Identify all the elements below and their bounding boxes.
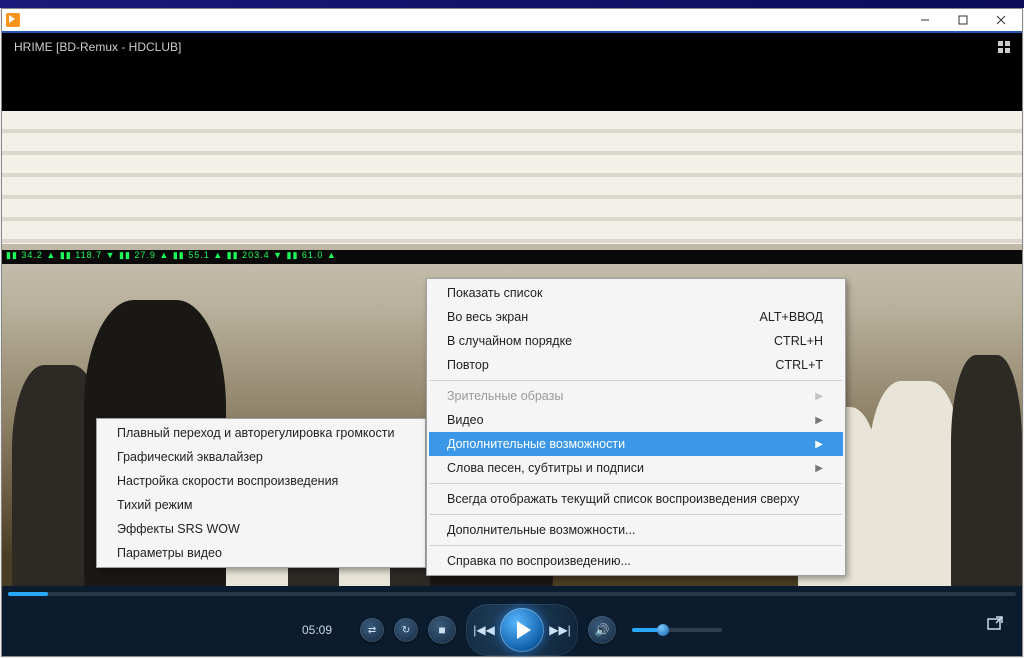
mute-button[interactable]: 🔊 xyxy=(588,616,616,644)
next-button[interactable]: ▶▶| xyxy=(546,616,574,644)
volume-slider[interactable] xyxy=(632,628,722,632)
maximize-button[interactable] xyxy=(944,9,982,31)
menu-item-help[interactable]: Справка по воспроизведению... xyxy=(429,549,843,573)
minimize-button[interactable] xyxy=(906,9,944,31)
context-menu: Показать список Во весь экранALT+ВВОД В … xyxy=(426,278,846,576)
menu-item-srswow[interactable]: Эффекты SRS WOW xyxy=(99,517,423,541)
menu-item-enhancements[interactable]: Дополнительные возможности▶ xyxy=(429,432,843,456)
enhancements-submenu: Плавный переход и авторегулировка громко… xyxy=(96,418,426,568)
menu-separator xyxy=(430,380,842,381)
media-player-window: HRIME [BD-Remux - HDCLUB] ▮▮ 34.2 ▲ ▮▮ 1… xyxy=(1,8,1023,657)
close-button[interactable] xyxy=(982,9,1020,31)
video-area[interactable]: ▮▮ 34.2 ▲ ▮▮ 118.7 ▼ ▮▮ 27.9 ▲ ▮▮ 55.1 ▲… xyxy=(2,61,1022,586)
repeat-button[interactable]: ↻ xyxy=(394,618,418,642)
menu-item-quietmode[interactable]: Тихий режим xyxy=(99,493,423,517)
playback-controls: 05:09 ⇄ ↻ ■ |◀◀ ▶▶| 🔊 xyxy=(2,586,1022,656)
window-controls xyxy=(906,9,1020,31)
menu-separator xyxy=(430,483,842,484)
menu-separator xyxy=(430,514,842,515)
video-title: HRIME [BD-Remux - HDCLUB] xyxy=(14,40,181,54)
switch-to-library-button[interactable] xyxy=(984,612,1006,634)
menu-item-videosettings[interactable]: Параметры видео xyxy=(99,541,423,565)
menu-item-video[interactable]: Видео▶ xyxy=(429,408,843,432)
menu-item-more-options[interactable]: Дополнительные возможности... xyxy=(429,518,843,542)
browser-tab-strip xyxy=(0,0,1024,8)
titlebar xyxy=(2,9,1022,31)
elapsed-time: 05:09 xyxy=(302,623,332,637)
seek-fill xyxy=(8,592,48,596)
menu-item-crossfade[interactable]: Плавный переход и авторегулировка громко… xyxy=(99,421,423,445)
menu-item-fullscreen[interactable]: Во весь экранALT+ВВОД xyxy=(429,305,843,329)
app-icon xyxy=(6,13,20,27)
transport-pill: |◀◀ ▶▶| xyxy=(466,604,578,656)
volume-fill xyxy=(632,628,659,632)
video-title-bar: HRIME [BD-Remux - HDCLUB] xyxy=(2,33,1022,61)
seek-bar[interactable] xyxy=(8,592,1016,596)
menu-item-always-on-top[interactable]: Всегда отображать текущий список воспрои… xyxy=(429,487,843,511)
menu-item-shuffle[interactable]: В случайном порядкеCTRL+H xyxy=(429,329,843,353)
play-button[interactable] xyxy=(500,608,544,652)
stock-ticker: ▮▮ 34.2 ▲ ▮▮ 118.7 ▼ ▮▮ 27.9 ▲ ▮▮ 55.1 ▲… xyxy=(2,250,1022,264)
previous-button[interactable]: |◀◀ xyxy=(470,616,498,644)
stop-button[interactable]: ■ xyxy=(428,616,456,644)
menu-item-visualizations: Зрительные образы▶ xyxy=(429,384,843,408)
menu-item-lyrics[interactable]: Слова песен, субтитры и подписи▶ xyxy=(429,456,843,480)
menu-item-equalizer[interactable]: Графический эквалайзер xyxy=(99,445,423,469)
view-grid-icon[interactable] xyxy=(998,41,1010,53)
menu-item-repeat[interactable]: ПовторCTRL+T xyxy=(429,353,843,377)
menu-separator xyxy=(430,545,842,546)
volume-thumb[interactable] xyxy=(657,624,669,636)
menu-item-playspeed[interactable]: Настройка скорости воспроизведения xyxy=(99,469,423,493)
menu-item-showlist[interactable]: Показать список xyxy=(429,281,843,305)
shuffle-button[interactable]: ⇄ xyxy=(360,618,384,642)
